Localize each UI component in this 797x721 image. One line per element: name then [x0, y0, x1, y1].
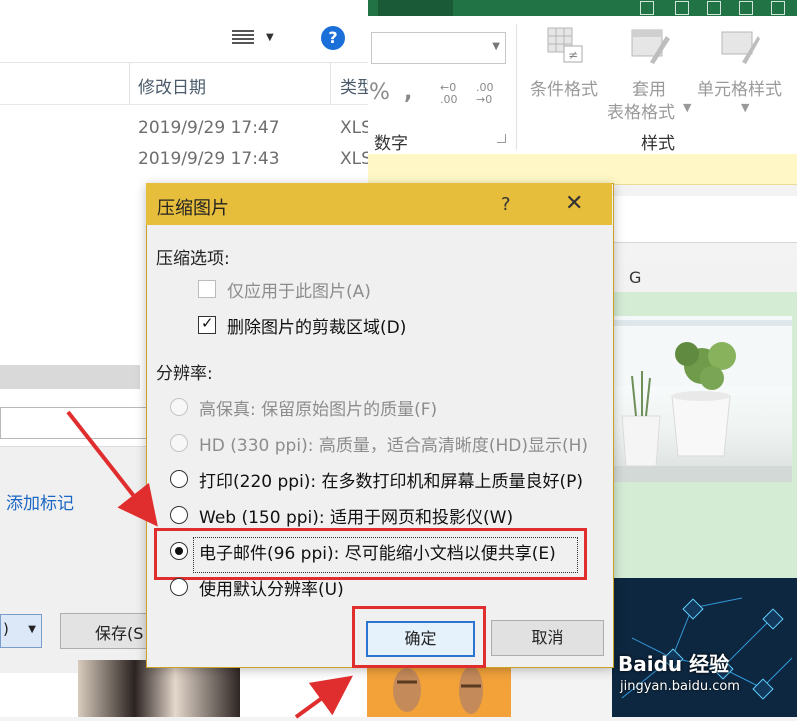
arrow-to-ok-button	[294, 675, 353, 719]
annotation-arrows	[66, 410, 353, 719]
arrow-to-email-option	[66, 410, 158, 527]
